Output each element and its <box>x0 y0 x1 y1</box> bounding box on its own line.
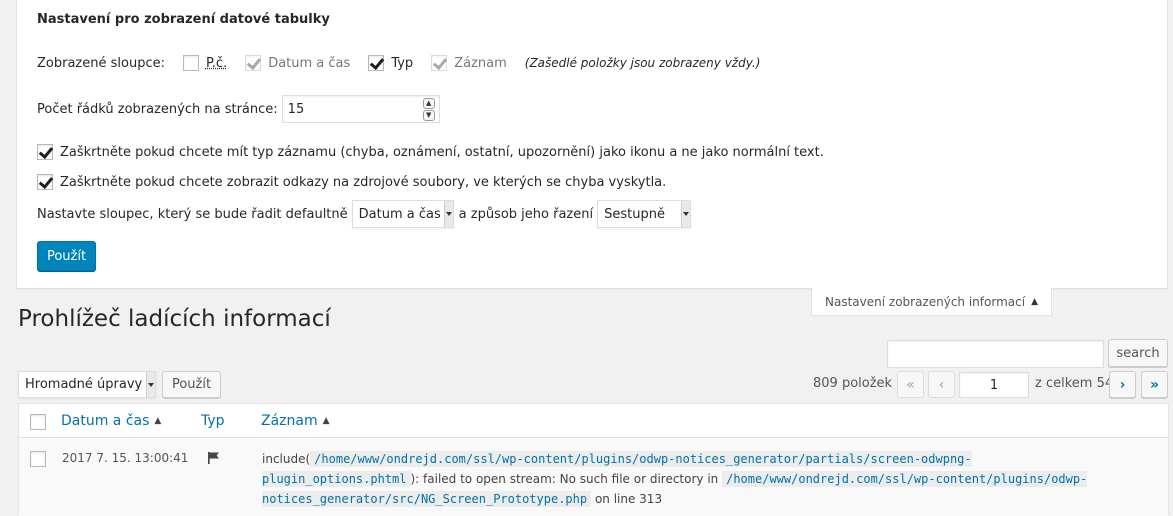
column-type-label: Typ <box>391 55 414 71</box>
sort-asc-icon: ▲ <box>322 416 330 426</box>
column-record-checkbox <box>431 55 448 71</box>
per-page-row: Počet řádků zobrazených na stránce: 15 ▲… <box>37 95 440 123</box>
column-header-record-label: Záznam <box>261 413 318 429</box>
column-date-label: Datum a čas <box>268 55 351 71</box>
type-as-icon-label: Zaškrtněte pokud chcete mít typ záznamu … <box>60 144 824 160</box>
sort-order-select[interactable]: Sestupně <box>597 200 692 228</box>
search-input[interactable] <box>887 340 1104 368</box>
screen-options-title: Nastavení pro zobrazení datové tabulky <box>37 12 330 27</box>
columns-label: Zobrazené sloupce: <box>37 55 165 71</box>
option-links-row[interactable]: Zaškrtněte pokud chcete zobrazit odkazy … <box>37 174 666 190</box>
column-pc-label: P.č. <box>205 55 228 71</box>
chevron-down-icon <box>146 372 155 397</box>
option-icon-row[interactable]: Zaškrtněte pokud chcete mít typ záznamu … <box>37 144 824 160</box>
sort-row: Nastavte sloupec, který se bude řadit de… <box>37 200 692 228</box>
column-toggle-pc[interactable]: P.č. <box>182 55 228 71</box>
columns-row: Zobrazené sloupce: P.č. Datum a čas Typ … <box>37 55 760 71</box>
screen-options-toggle-label: Nastavení zobrazených informací <box>825 294 1026 309</box>
sort-column-value: Datum a čas <box>358 206 441 222</box>
caret-up-icon: ▲ <box>1031 296 1038 307</box>
last-page-button[interactable]: » <box>1141 371 1168 398</box>
per-page-spinner[interactable]: ▲ ▼ <box>422 97 435 121</box>
table-header: Datum a čas ▲ Typ Záznam ▲ <box>19 404 1168 438</box>
row-checkbox[interactable] <box>30 451 46 467</box>
column-record-label: Záznam <box>454 55 507 71</box>
page-total: z celkem 54 <box>1035 376 1114 391</box>
sort-asc-icon: ▲ <box>154 416 162 426</box>
message-mid: ): failed to open stream: No such file o… <box>410 472 719 486</box>
row-message: include(/home/www/ondrejd.com/ssl/wp-con… <box>262 449 1122 509</box>
page-title: Prohlížeč ladících informací <box>18 306 331 332</box>
bulk-actions-value: Hromadné úpravy <box>25 377 143 392</box>
sort-label-before: Nastavte sloupec, který se bude řadit de… <box>37 206 348 222</box>
column-toggle-date: Datum a čas <box>245 55 350 71</box>
column-toggle-record: Záznam <box>431 55 507 71</box>
message-prefix: include( <box>262 452 311 466</box>
column-pc-checkbox[interactable] <box>182 55 199 71</box>
items-count: 809 položek <box>813 376 893 391</box>
prev-page-button: ‹ <box>928 371 955 398</box>
column-header-type[interactable]: Typ <box>201 413 225 429</box>
sort-label-middle: a způsob jeho řazení <box>458 206 594 222</box>
column-toggle-type[interactable]: Typ <box>368 55 413 71</box>
per-page-value: 15 <box>287 101 305 117</box>
chevron-down-icon <box>681 201 691 227</box>
column-header-date[interactable]: Datum a čas ▲ <box>61 413 161 429</box>
chevron-down-icon <box>443 201 453 227</box>
table-row: 2017 7. 15. 13:00:41 include(/home/www/o… <box>19 439 1168 516</box>
current-page-input[interactable]: 1 <box>959 372 1029 398</box>
sort-column-select[interactable]: Datum a čas <box>351 200 454 228</box>
message-suffix: on line 313 <box>594 492 663 506</box>
column-header-record[interactable]: Záznam ▲ <box>261 413 330 429</box>
sort-order-value: Sestupně <box>604 206 665 222</box>
column-header-type-label: Typ <box>201 413 225 429</box>
column-header-date-label: Datum a čas <box>61 413 150 429</box>
bulk-apply-button[interactable]: Použít <box>162 371 221 398</box>
row-date: 2017 7. 15. 13:00:41 <box>62 451 189 465</box>
column-date-checkbox <box>245 55 262 71</box>
spin-up-icon[interactable]: ▲ <box>422 97 435 109</box>
first-page-button: « <box>897 371 924 398</box>
type-as-icon-checkbox[interactable] <box>37 144 53 160</box>
search-button[interactable]: search <box>1108 339 1168 367</box>
source-links-checkbox[interactable] <box>37 174 53 190</box>
columns-hint: (Zašedlé položky jsou zobrazeny vždy.) <box>524 56 761 70</box>
screen-options-panel: Nastavení pro zobrazení datové tabulky Z… <box>16 0 1168 289</box>
per-page-input[interactable]: 15 ▲ ▼ <box>281 95 440 123</box>
select-all-checkbox[interactable] <box>30 414 46 430</box>
flag-icon <box>207 451 221 469</box>
per-page-label: Počet řádků zobrazených na stránce: <box>37 101 278 117</box>
screen-options-apply-button[interactable]: Použít <box>37 241 96 271</box>
screen-options-toggle-tab[interactable]: Nastavení zobrazených informací ▲ <box>811 288 1052 316</box>
source-links-label: Zaškrtněte pokud chcete zobrazit odkazy … <box>60 174 667 190</box>
log-table: Datum a čas ▲ Typ Záznam ▲ 2017 7. 15. 1… <box>18 403 1169 516</box>
next-page-button[interactable]: › <box>1109 371 1136 398</box>
spin-down-icon[interactable]: ▼ <box>422 109 435 121</box>
column-type-checkbox[interactable] <box>368 55 385 71</box>
bulk-actions-select[interactable]: Hromadné úpravy <box>18 371 156 398</box>
